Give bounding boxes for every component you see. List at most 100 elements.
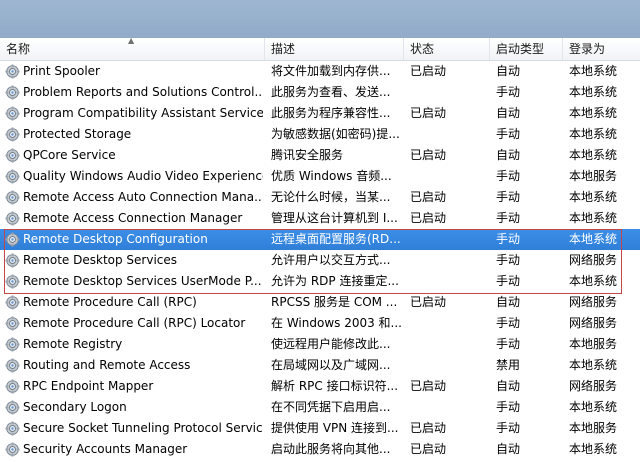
service-description: 解析 RPC 接口标识符... bbox=[271, 379, 399, 393]
service-row[interactable]: Protected Storage 为敏感数据(如密码)提... 手动 本地系统 bbox=[0, 124, 640, 145]
service-name: QPCore Service bbox=[23, 148, 116, 162]
service-name: Secondary Logon bbox=[23, 400, 127, 414]
service-status: 已启动 bbox=[410, 190, 447, 204]
service-row[interactable]: Remote Desktop Services UserMode P... 允许… bbox=[0, 271, 640, 292]
service-startup-type: 手动 bbox=[496, 169, 521, 183]
service-name: Remote Desktop Services UserMode P... bbox=[23, 274, 262, 288]
column-header-status[interactable]: 状态 bbox=[404, 38, 490, 60]
service-description: 在 Windows 2003 和... bbox=[271, 316, 401, 330]
service-logon-as: 网络服务 bbox=[569, 316, 618, 330]
service-status bbox=[410, 271, 488, 292]
service-status bbox=[410, 313, 488, 334]
service-description: 腾讯安全服务 bbox=[271, 148, 344, 162]
service-name: Remote Registry bbox=[23, 337, 123, 351]
service-row[interactable]: Remote Procedure Call (RPC) Locator 在 Wi… bbox=[0, 313, 640, 334]
service-name: Remote Access Auto Connection Mana... bbox=[23, 190, 263, 204]
service-logon-as: 本地系统 bbox=[569, 85, 618, 99]
column-header-row: 名称 ▲ 描述 状态 启动类型 登录为 bbox=[0, 37, 640, 61]
column-header-startup-type[interactable]: 启动类型 bbox=[490, 38, 563, 60]
service-logon-as: 本地系统 bbox=[569, 358, 618, 372]
service-startup-type: 手动 bbox=[496, 400, 521, 414]
service-name: Print Spooler bbox=[23, 64, 100, 78]
service-gear-icon bbox=[5, 337, 20, 352]
service-description: 允许为 RDP 连接重定... bbox=[271, 274, 399, 288]
column-header-logon-as[interactable]: 登录为 bbox=[563, 38, 640, 60]
service-startup-type: 手动 bbox=[496, 232, 521, 246]
service-logon-as: 本地系统 bbox=[569, 148, 618, 162]
service-startup-type: 手动 bbox=[496, 337, 521, 351]
service-name: Remote Procedure Call (RPC) bbox=[23, 295, 197, 309]
service-status bbox=[410, 166, 488, 187]
service-row[interactable]: Program Compatibility Assistant Service … bbox=[0, 103, 640, 124]
column-header-logon-as-label: 登录为 bbox=[569, 42, 606, 56]
column-header-description[interactable]: 描述 bbox=[265, 38, 404, 60]
service-status: 已启动 bbox=[410, 421, 447, 435]
service-startup-type: 自动 bbox=[496, 379, 521, 393]
service-startup-type: 手动 bbox=[496, 253, 521, 267]
service-description: 启动此服务将向其他... bbox=[271, 442, 391, 456]
service-status bbox=[410, 82, 488, 103]
column-header-name[interactable]: 名称 ▲ bbox=[0, 37, 265, 60]
service-description: 在局域网以及广域网... bbox=[271, 358, 391, 372]
service-logon-as: 本地系统 bbox=[569, 232, 618, 246]
service-logon-as: 网络服务 bbox=[569, 253, 618, 267]
service-row[interactable]: QPCore Service 腾讯安全服务 已启动 自动 本地系统 bbox=[0, 145, 640, 166]
service-startup-type: 手动 bbox=[496, 190, 521, 204]
service-row[interactable]: Remote Desktop Configuration 远程桌面配置服务(RD… bbox=[0, 229, 640, 250]
service-row[interactable]: Print Spooler 将文件加载到内存供... 已启动 自动 本地系统 bbox=[0, 61, 640, 82]
service-name: RPC Endpoint Mapper bbox=[23, 379, 154, 393]
service-description: 管理从这台计算机到 I... bbox=[271, 211, 398, 225]
service-startup-type: 手动 bbox=[496, 85, 521, 99]
service-description: RPCSS 服务是 COM ... bbox=[271, 295, 398, 309]
service-gear-icon bbox=[5, 169, 20, 184]
service-row[interactable]: Routing and Remote Access 在局域网以及广域网... 禁… bbox=[0, 355, 640, 376]
column-header-status-label: 状态 bbox=[410, 42, 435, 56]
service-logon-as: 本地系统 bbox=[569, 400, 618, 414]
service-row[interactable]: Remote Registry 使远程用户能修改此... 手动 本地服务 bbox=[0, 334, 640, 355]
service-row[interactable]: RPC Endpoint Mapper 解析 RPC 接口标识符... 已启动 … bbox=[0, 376, 640, 397]
service-row[interactable]: Remote Desktop Services 允许用户以交互方式... 手动 … bbox=[0, 250, 640, 271]
service-status bbox=[410, 250, 488, 271]
service-startup-type: 手动 bbox=[496, 274, 521, 288]
service-gear-icon bbox=[5, 253, 20, 268]
service-row[interactable]: Remote Procedure Call (RPC) RPCSS 服务是 CO… bbox=[0, 292, 640, 313]
service-gear-icon bbox=[5, 421, 20, 436]
service-gear-icon bbox=[5, 211, 20, 226]
service-status bbox=[410, 355, 488, 376]
service-description: 使远程用户能修改此... bbox=[271, 337, 391, 351]
service-description: 无论什么时候，当某... bbox=[271, 190, 391, 204]
service-startup-type: 自动 bbox=[496, 106, 521, 120]
service-name: Problem Reports and Solutions Control... bbox=[23, 85, 263, 99]
service-startup-type: 禁用 bbox=[496, 358, 521, 372]
service-logon-as: 本地系统 bbox=[569, 190, 618, 204]
service-logon-as: 网络服务 bbox=[569, 379, 618, 393]
service-gear-icon bbox=[5, 127, 20, 142]
service-description: 为敏感数据(如密码)提... bbox=[271, 127, 400, 141]
service-logon-as: 本地系统 bbox=[569, 274, 618, 288]
service-status bbox=[410, 334, 488, 355]
column-header-startup-type-label: 启动类型 bbox=[496, 42, 545, 56]
column-header-description-label: 描述 bbox=[271, 42, 296, 56]
service-row[interactable]: Remote Access Auto Connection Mana... 无论… bbox=[0, 187, 640, 208]
service-gear-icon bbox=[5, 64, 20, 79]
window-top-bar bbox=[0, 0, 640, 38]
service-logon-as: 本地系统 bbox=[569, 211, 618, 225]
service-row[interactable]: Problem Reports and Solutions Control...… bbox=[0, 82, 640, 103]
service-row[interactable]: Security Accounts Manager 启动此服务将向其他... 已… bbox=[0, 439, 640, 460]
service-startup-type: 自动 bbox=[496, 148, 521, 162]
services-list: Print Spooler 将文件加载到内存供... 已启动 自动 本地系统 P… bbox=[0, 61, 640, 460]
service-gear-icon bbox=[5, 85, 20, 100]
service-description: 允许用户以交互方式... bbox=[271, 253, 391, 267]
service-row[interactable]: Remote Access Connection Manager 管理从这台计算… bbox=[0, 208, 640, 229]
service-description: 此服务为程序兼容性... bbox=[271, 106, 391, 120]
service-name: Routing and Remote Access bbox=[23, 358, 191, 372]
service-row[interactable]: Quality Windows Audio Video Experience 优… bbox=[0, 166, 640, 187]
service-description: 提供使用 VPN 连接到... bbox=[271, 421, 399, 435]
service-gear-icon bbox=[5, 148, 20, 163]
service-gear-icon bbox=[5, 232, 20, 247]
service-row[interactable]: Secure Socket Tunneling Protocol Service… bbox=[0, 418, 640, 439]
service-gear-icon bbox=[5, 316, 20, 331]
service-row[interactable]: Secondary Logon 在不同凭据下启用启... 手动 本地系统 bbox=[0, 397, 640, 418]
service-status: 已启动 bbox=[410, 211, 447, 225]
service-status bbox=[410, 229, 488, 250]
